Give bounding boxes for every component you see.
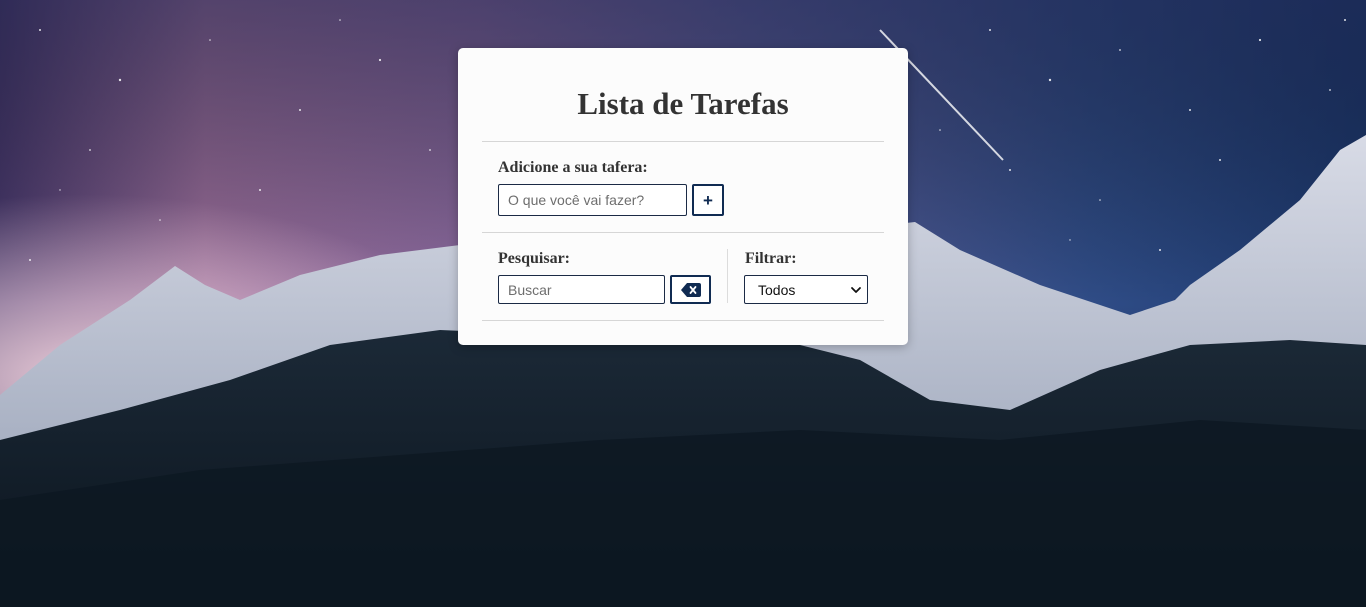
filter-selected-value: Todos (758, 281, 796, 298)
task-card: Lista de Tarefas Adicione a sua tafera: … (458, 48, 908, 345)
add-task-button[interactable]: + (692, 184, 724, 216)
filter-label: Filtrar: (745, 250, 797, 267)
divider (482, 141, 884, 142)
chevron-down-icon (851, 287, 861, 293)
search-label: Pesquisar: (498, 250, 570, 267)
vertical-divider (727, 249, 728, 303)
page-title: Lista de Tarefas (577, 86, 789, 121)
add-task-label: Adicione a sua tafera: (498, 159, 648, 176)
divider (482, 320, 884, 321)
divider (482, 232, 884, 233)
search-input[interactable] (498, 275, 665, 304)
plus-icon: + (703, 190, 713, 210)
task-input[interactable] (498, 184, 687, 216)
backspace-icon (680, 282, 701, 297)
clear-search-button[interactable] (670, 275, 711, 304)
filter-select[interactable]: Todos (744, 275, 868, 304)
